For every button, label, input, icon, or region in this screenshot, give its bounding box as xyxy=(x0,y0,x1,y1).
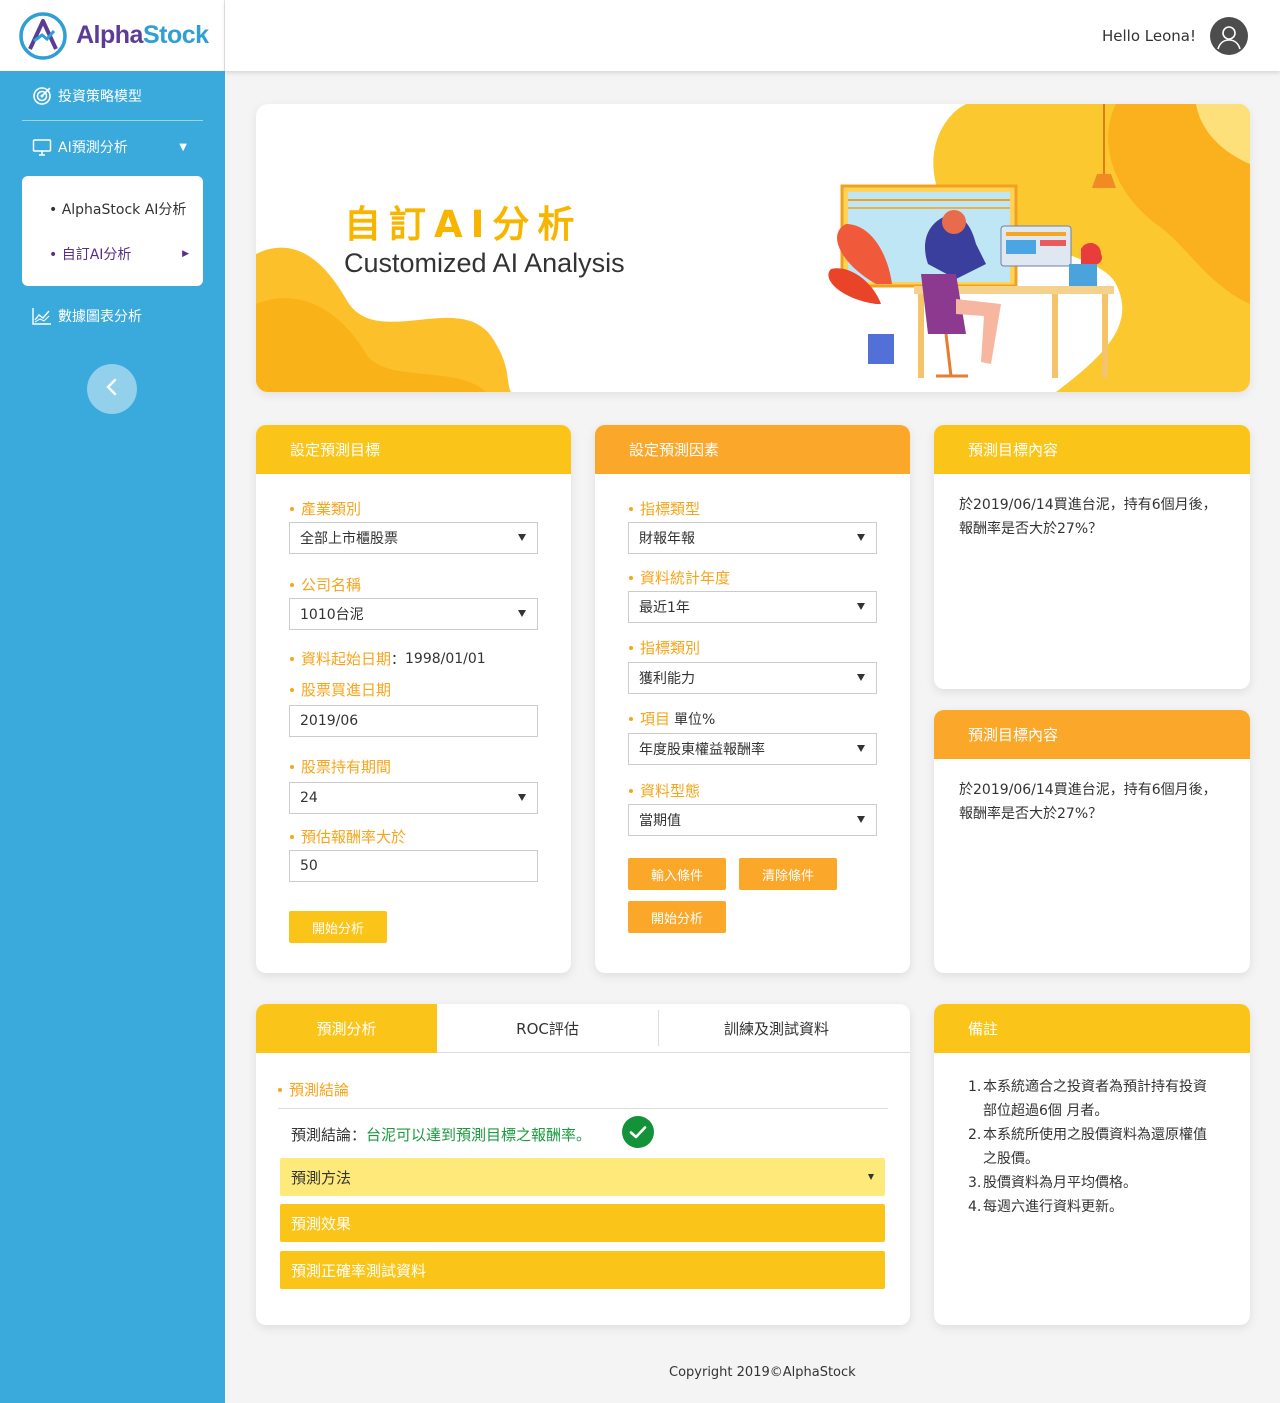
greeting-text: Hello Leona! xyxy=(1102,26,1196,45)
input-conditions-button[interactable]: 輸入條件 xyxy=(628,858,726,890)
logo[interactable]: AlphaStock xyxy=(0,0,225,71)
caret-down-icon xyxy=(857,603,865,610)
stat-year-select[interactable]: 最近1年 xyxy=(628,591,877,623)
indicator-category-select[interactable]: 獲利能力 xyxy=(628,662,877,694)
buy-date-label: 股票買進日期 xyxy=(290,679,391,700)
list-item: 3. 股價資料為月平均價格。 xyxy=(968,1175,1137,1191)
result-tabs: 預測分析 ROC評估 訓練及測試資料 xyxy=(256,1004,910,1053)
caret-down-icon xyxy=(857,745,865,752)
conclusion-value: 台泥可以達到預測目標之報酬率。 xyxy=(366,1126,592,1144)
industry-select[interactable]: 全部上市櫃股票 xyxy=(289,522,538,554)
sidebar-subitem-label: • AlphaStock AI分析 xyxy=(49,201,187,218)
buy-date-input[interactable]: 2019/06 xyxy=(289,705,538,737)
sidebar-subitem-label: • 自訂AI分析 xyxy=(49,246,132,263)
caret-down-icon xyxy=(518,534,526,541)
hold-period-select[interactable]: 24 xyxy=(289,782,538,814)
start-analysis-button[interactable]: 開始分析 xyxy=(289,911,387,943)
sidebar-item-label: AI預測分析 xyxy=(58,140,128,156)
chevron-right-icon: ▶ xyxy=(182,248,189,259)
banner-title-en: Customized AI Analysis xyxy=(344,248,625,278)
divider xyxy=(278,1108,888,1109)
sidebar-submenu: • AlphaStock AI分析 • 自訂AI分析 ▶ xyxy=(22,176,203,286)
data-type-label: 資料型態 xyxy=(629,780,700,801)
card-title: 設定預測目標 xyxy=(256,425,571,474)
caret-down-icon xyxy=(857,816,865,823)
notes-list: 1. 本系統適合之投資者為預計持有投資 部位超過6個 月者。 2. 本系統所使用之股價… xyxy=(968,1075,1228,1219)
caret-down-icon xyxy=(868,1174,874,1180)
list-item: 2. 本系統所使用之股價資料為還原權值 之股價。 xyxy=(968,1127,1207,1167)
data-type-select[interactable]: 當期值 xyxy=(628,804,877,836)
clear-conditions-button[interactable]: 清除條件 xyxy=(739,858,837,890)
card-title: 備註 xyxy=(934,1004,1250,1053)
line-chart-icon xyxy=(32,306,52,326)
sidebar-nav: 投資策略模型 AI預測分析 ▼ • AlphaStock AI分析 • 自訂AI… xyxy=(0,71,225,346)
user-avatar-icon[interactable] xyxy=(1210,16,1248,55)
card-title: 預測目標內容 xyxy=(934,425,1250,474)
start-date-value: 1998/01/01 xyxy=(405,650,486,667)
accordion-prediction-method[interactable]: 預測方法 xyxy=(280,1158,885,1196)
company-select[interactable]: 1010台泥 xyxy=(289,598,538,630)
conclusion-text: 預測結論：台泥可以達到預測目標之報酬率。 xyxy=(291,1126,592,1144)
caret-down-icon xyxy=(857,534,865,541)
card-title: 設定預測因素 xyxy=(595,425,910,474)
sidebar-item-ai-prediction[interactable]: AI預測分析 ▼ xyxy=(0,121,225,173)
notes-card: 備註 1. 本系統適合之投資者為預計持有投資 部位超過6個 月者。 2. 本系統所使用… xyxy=(934,1004,1250,1325)
brand-name: AlphaStock xyxy=(76,21,209,49)
indicator-type-label: 指標類型 xyxy=(629,498,700,519)
card-title: 預測目標內容 xyxy=(934,710,1250,759)
expected-return-input[interactable]: 50 xyxy=(289,850,538,882)
sidebar-subitem-alphastock-ai[interactable]: • AlphaStock AI分析 xyxy=(22,186,203,231)
caret-down-icon xyxy=(857,674,865,681)
chevron-left-icon xyxy=(104,377,120,401)
target-content-card: 預測目標內容 於2019/06/14買進台泥，持有6個月後， 報酬率是否大於27… xyxy=(934,425,1250,689)
tab-training-test-data[interactable]: 訓練及測試資料 xyxy=(659,1004,894,1053)
indicator-category-label: 指標類別 xyxy=(629,637,700,658)
footer-copyright: Copyright 2019©AlphaStock xyxy=(669,1365,856,1380)
check-circle-icon xyxy=(622,1116,654,1152)
hold-period-label: 股票持有期間 xyxy=(290,756,391,777)
banner-title-zh: 自訂AI分析 xyxy=(344,203,583,246)
industry-label: 產業類別 xyxy=(290,498,361,519)
sidebar-item-data-charts[interactable]: 數據圖表分析 xyxy=(0,286,225,346)
sidebar-subitem-custom-ai[interactable]: • 自訂AI分析 ▶ xyxy=(22,231,203,276)
monitor-icon xyxy=(32,137,52,157)
prediction-target-card: 設定預測目標 產業類別 全部上市櫃股票 公司名稱 1010台泥 資料起始日期： 1… xyxy=(256,425,571,973)
stat-year-label: 資料統計年度 xyxy=(629,567,730,588)
list-item: 1. 本系統適合之投資者為預計持有投資 部位超過6個 月者。 xyxy=(968,1079,1207,1119)
target-icon xyxy=(32,86,52,106)
sidebar-item-label: 投資策略模型 xyxy=(58,88,142,105)
sidebar-item-label: 數據圖表分析 xyxy=(58,309,142,325)
item-label: 項目 單位% xyxy=(629,708,715,729)
start-date-label: 資料起始日期： 1998/01/01 xyxy=(290,648,486,669)
chevron-down-icon: ▼ xyxy=(179,141,187,153)
page-banner: 自訂AI分析 Customized AI Analysis xyxy=(256,104,1250,392)
target-content-text: 於2019/06/14買進台泥，持有6個月後， 報酬率是否大於27%？ xyxy=(959,497,1217,537)
top-header: Hello Leona! xyxy=(225,0,1280,71)
list-item: 4. 每週六進行資料更新。 xyxy=(968,1199,1123,1215)
prediction-result-card: 預測分析 ROC評估 訓練及測試資料 預測結論 預測結論：台泥可以達到預測目標之… xyxy=(256,1004,910,1325)
sidebar: 投資策略模型 AI預測分析 ▼ • AlphaStock AI分析 • 自訂AI… xyxy=(0,0,225,1403)
target-content-card-2: 預測目標內容 於2019/06/14買進台泥，持有6個月後， 報酬率是否大於27… xyxy=(934,710,1250,973)
sidebar-collapse-button[interactable] xyxy=(87,364,137,414)
caret-down-icon xyxy=(518,610,526,617)
target-content-text: 於2019/06/14買進台泥，持有6個月後， 報酬率是否大於27%？ xyxy=(959,782,1217,822)
item-select[interactable]: 年度股東權益報酬率 xyxy=(628,733,877,765)
accordion-accuracy-test-data[interactable]: 預測正確率測試資料 xyxy=(280,1251,885,1289)
prediction-factor-card: 設定預測因素 指標類型 財報年報 資料統計年度 最近1年 指標類別 獲利能力 項… xyxy=(595,425,910,973)
alphastock-logo-icon xyxy=(18,11,68,61)
caret-down-icon xyxy=(518,794,526,801)
conclusion-section-label: 預測結論 xyxy=(278,1079,349,1100)
company-label: 公司名稱 xyxy=(290,574,361,595)
accordion-prediction-effect[interactable]: 預測效果 xyxy=(280,1204,885,1242)
start-analysis-button[interactable]: 開始分析 xyxy=(628,901,726,933)
tab-roc-evaluation[interactable]: ROC評估 xyxy=(437,1004,658,1053)
sidebar-item-strategy-model[interactable]: 投資策略模型 xyxy=(0,71,225,120)
expected-return-label: 預估報酬率大於 xyxy=(290,826,406,847)
tab-prediction-analysis[interactable]: 預測分析 xyxy=(256,1004,437,1053)
indicator-type-select[interactable]: 財報年報 xyxy=(628,522,877,554)
